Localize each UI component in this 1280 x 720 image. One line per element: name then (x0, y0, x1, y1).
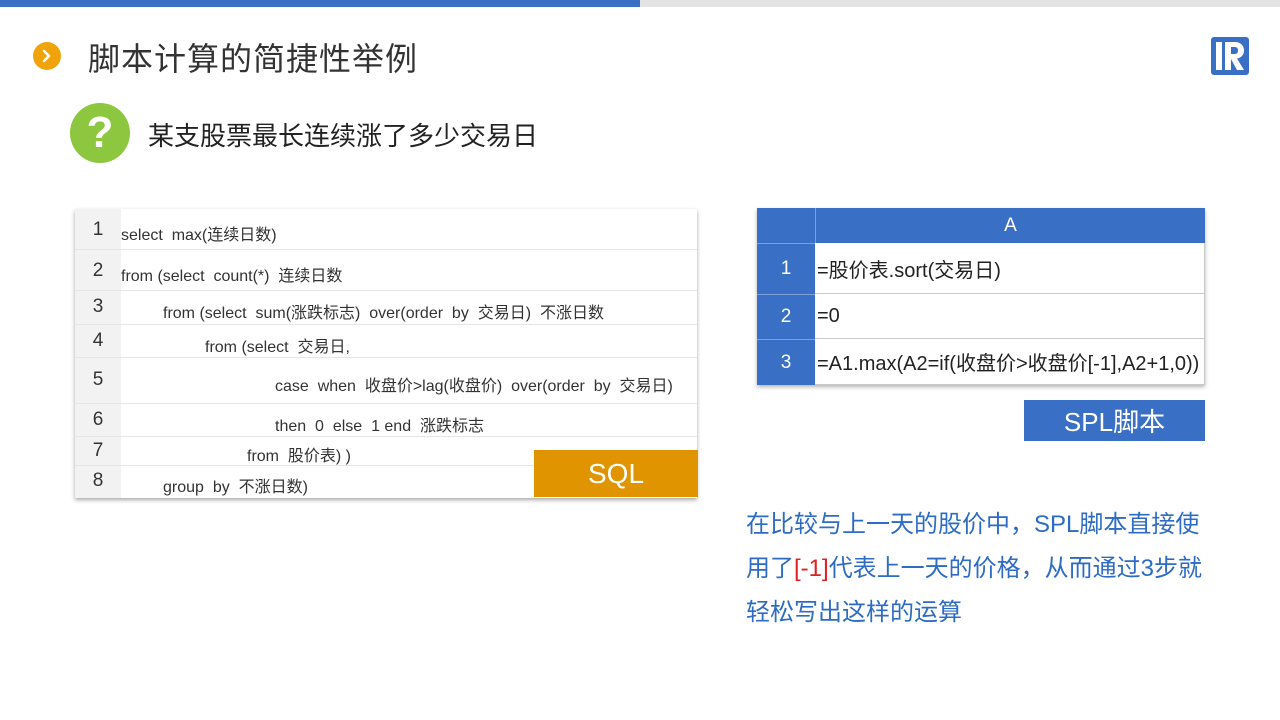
sql-label-badge: SQL (534, 450, 698, 497)
spl-grid: A 1 =股价表.sort(交易日) 2 =0 3 =A1.max(A2=if(… (757, 208, 1205, 385)
grid-corner-cell (757, 208, 815, 243)
sql-line-number: 6 (92, 409, 104, 430)
sql-line-code: from (select count(*) 连续日数 (121, 268, 343, 285)
sql-line-number: 2 (92, 260, 104, 281)
sql-line-number: 3 (92, 296, 104, 317)
sql-line: 2 from (select count(*) 连续日数 (75, 250, 697, 291)
spl-cell-a1[interactable]: =股价表.sort(交易日) (815, 243, 1205, 294)
question-mark-glyph: ? (86, 108, 114, 157)
note-highlight: [-1] (794, 555, 829, 582)
sql-line-code: from 股价表) ) (247, 448, 351, 465)
sql-line-code: from (select sum(涨跌标志) over(order by 交易日… (163, 305, 604, 322)
sql-line: 3 from (select sum(涨跌标志) over(order by 交… (75, 291, 697, 325)
page-title: 脚本计算的简捷性举例 (88, 41, 419, 77)
spl-cell-a3[interactable]: =A1.max(A2=if(收盘价>收盘价[-1],A2+1,0)) (815, 339, 1205, 385)
column-header-a: A (815, 208, 1205, 243)
sql-line-number: 7 (92, 440, 104, 461)
sql-line-number: 4 (92, 330, 104, 351)
sql-line-code: then 0 else 1 end 涨跌标志 (275, 418, 484, 435)
chevron-right-icon (33, 42, 61, 70)
row-header: 3 (757, 339, 815, 385)
question-mark-icon: ? (70, 103, 130, 163)
top-gray-bar (640, 0, 1280, 7)
question-text: 某支股票最长连续涨了多少交易日 (148, 121, 539, 151)
spl-cell-a2[interactable]: =0 (815, 294, 1205, 339)
sql-line-code: from (select 交易日, (205, 339, 350, 356)
r-logo-icon (1210, 36, 1250, 76)
sql-line: 6 then 0 else 1 end 涨跌标志 (75, 404, 697, 437)
sql-line: 1 select max(连续日数) (75, 209, 697, 250)
explanation-note: 在比较与上一天的股价中，SPL脚本直接使用了[-1]代表上一天的价格，从而通过3… (746, 503, 1216, 635)
top-accent-bar (0, 0, 640, 7)
sql-line-code: case when 收盘价>lag(收盘价) over(order by 交易日… (275, 378, 673, 395)
row-header: 1 (757, 243, 815, 294)
spl-label-badge: SPL脚本 (1024, 400, 1205, 441)
sql-line-code: select max(连续日数) (121, 227, 277, 244)
sql-line-code: group by 不涨日数) (163, 479, 308, 496)
sql-line-number: 8 (92, 470, 104, 491)
row-header: 2 (757, 294, 815, 339)
sql-line-number: 1 (92, 219, 104, 240)
sql-line: 5 case when 收盘价>lag(收盘价) over(order by 交… (75, 358, 697, 404)
sql-line-number: 5 (92, 369, 104, 390)
sql-line: 4 from (select 交易日, (75, 325, 697, 358)
